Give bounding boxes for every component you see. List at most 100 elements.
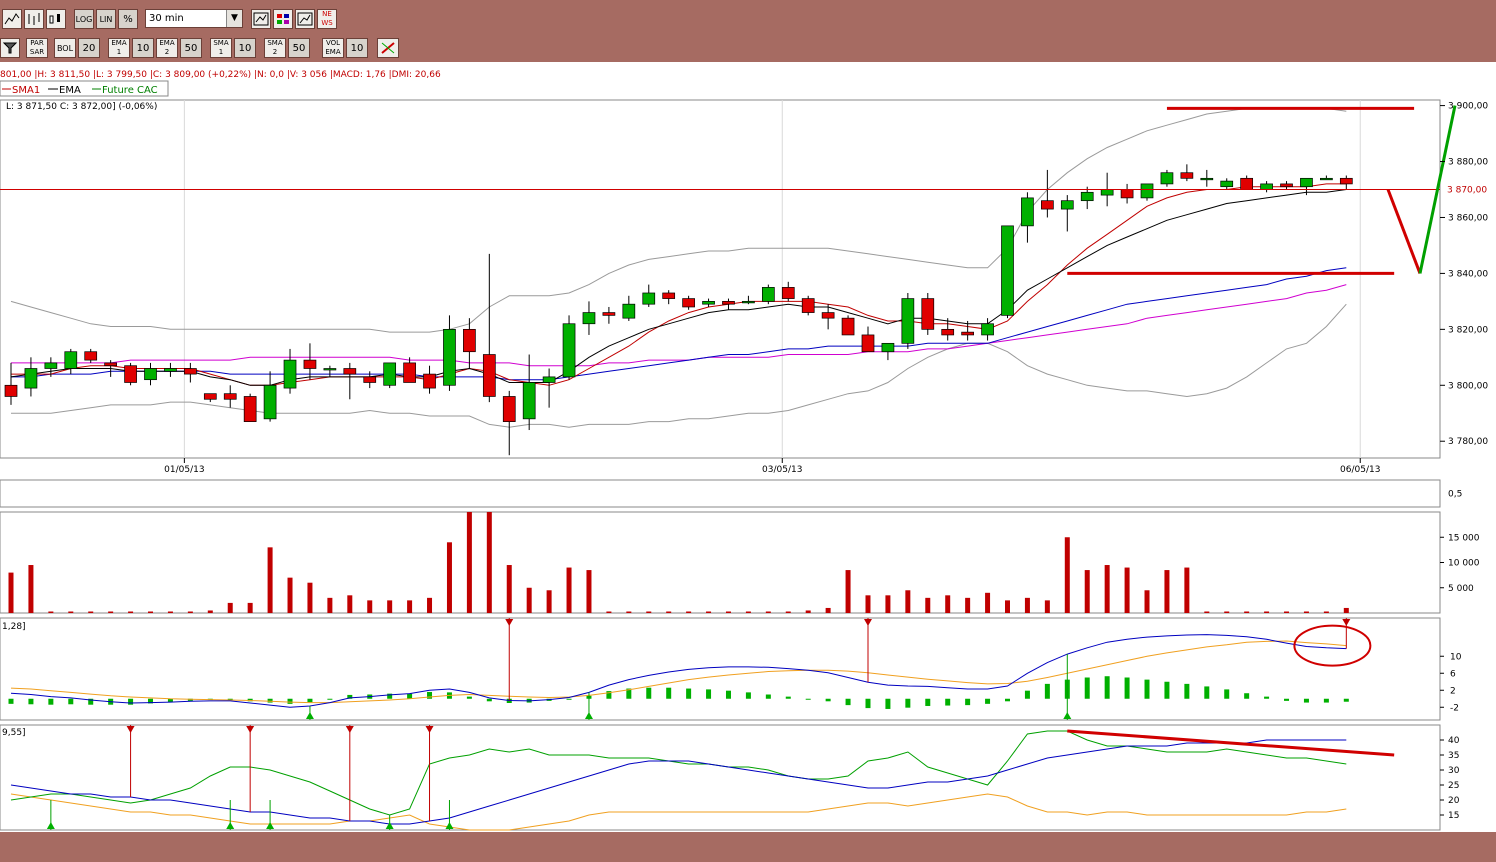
indicator-ema2-value[interactable]: 50 <box>180 38 202 58</box>
macd-histogram-bar <box>706 689 712 699</box>
bar-chart-icon[interactable] <box>24 9 44 29</box>
indicator-sma1-value[interactable]: 10 <box>234 38 256 58</box>
price-tick-label: 3 840,00 <box>1448 269 1488 279</box>
dmi-tick-label: 20 <box>1448 796 1460 806</box>
volume-bar <box>347 595 353 613</box>
price-tick-label: 3 880,00 <box>1448 158 1488 168</box>
compare-chart-icon[interactable] <box>295 9 315 29</box>
lin-scale-button[interactable]: LIN <box>96 9 116 29</box>
macd-histogram-bar <box>945 698 951 706</box>
macd-histogram-bar <box>1264 696 1270 699</box>
indicator-ema1[interactable]: EMA 1 <box>108 38 130 58</box>
indicator-sma1[interactable]: SMA 1 <box>210 38 232 58</box>
line-chart-icon[interactable] <box>2 9 22 29</box>
log-scale-button[interactable]: LOG <box>74 9 94 29</box>
legend-sma: SMA1 <box>12 85 40 96</box>
upper-panel-tick-label: 0,5 <box>1448 490 1462 500</box>
info-line: 801,00 |H: 3 811,50 |L: 3 799,50 |C: 3 8… <box>0 70 441 80</box>
candle-body <box>1260 183 1273 190</box>
macd-histogram-bar <box>646 687 652 699</box>
indicator-sma2[interactable]: SMA 2 <box>264 38 286 58</box>
macd-histogram-bar <box>745 692 751 699</box>
candle-body <box>243 396 257 422</box>
volume-bar <box>1303 611 1309 613</box>
candle-body <box>4 384 18 397</box>
macd-histogram-bar <box>1184 683 1190 699</box>
candle-body <box>323 368 337 371</box>
news-label: NEWS <box>321 10 333 27</box>
volume-bar <box>1224 611 1230 613</box>
volume-bar <box>805 610 811 613</box>
volume-bar <box>28 565 34 613</box>
macd-histogram-bar <box>925 698 931 706</box>
macd-tick-label: 2 <box>1450 686 1456 696</box>
volume-bar <box>1024 597 1030 613</box>
macd-histogram-bar <box>686 688 692 699</box>
macd-histogram-bar <box>1343 698 1349 702</box>
candle-body <box>84 351 98 361</box>
candle-body <box>961 331 974 336</box>
chevron-down-icon[interactable]: ▼ <box>226 10 242 27</box>
volume-panel-frame <box>0 511 1441 614</box>
macd-histogram-bar <box>486 698 492 702</box>
upper-panel-frame <box>0 479 1441 508</box>
candle-body <box>463 328 476 353</box>
news-button[interactable]: NEWS <box>317 9 337 29</box>
color-palette-icon[interactable] <box>273 9 293 29</box>
draw-tools-icon[interactable] <box>251 9 271 29</box>
volume-bar <box>267 547 273 613</box>
volume-bar <box>128 611 134 613</box>
candle-body <box>44 362 58 369</box>
indicator-ema1-value[interactable]: 10 <box>132 38 154 58</box>
price-tick-label: 3 820,00 <box>1448 325 1488 335</box>
candle-body <box>223 393 237 400</box>
candle-body <box>522 382 536 420</box>
volume-bar <box>387 600 393 613</box>
volume-bar <box>725 611 731 613</box>
candle-body <box>1220 180 1234 188</box>
volume-bar <box>88 611 94 613</box>
candle-body <box>144 368 157 381</box>
candle-body <box>124 365 137 383</box>
indicator-vol-ema[interactable]: VOL EMA <box>322 38 344 58</box>
macd-histogram-bar <box>427 691 433 699</box>
macd-histogram-bar <box>1005 698 1010 702</box>
candle-body <box>582 312 596 325</box>
volume-bar <box>785 611 791 613</box>
candle-body <box>482 354 496 397</box>
volume-bar <box>247 602 253 613</box>
candle-body <box>1080 191 1094 202</box>
volume-bar <box>526 587 532 613</box>
candle-body <box>64 351 78 369</box>
trend-tool-icon[interactable] <box>377 38 399 58</box>
indicator-ema2[interactable]: EMA 2 <box>156 38 178 58</box>
candle-body <box>443 328 456 386</box>
volume-bar <box>566 567 572 613</box>
macd-histogram-bar <box>825 698 831 702</box>
interval-value: 30 min <box>149 13 184 24</box>
candle-body <box>981 323 994 336</box>
candle-body <box>383 362 397 386</box>
candle-body <box>1060 200 1074 210</box>
volume-bar <box>8 572 14 613</box>
candle-body <box>702 301 715 305</box>
candlestick-icon[interactable] <box>46 9 66 29</box>
volume-bar <box>1064 537 1070 613</box>
status-bar <box>0 836 1496 862</box>
volume-bar <box>446 542 452 613</box>
candle-body <box>861 334 875 353</box>
indicator-vol-ema-value[interactable]: 10 <box>346 38 368 58</box>
percent-scale-button[interactable]: % <box>118 9 138 29</box>
volume-bar <box>427 597 433 613</box>
funnel-icon[interactable] <box>0 38 20 58</box>
indicator-sma2-value[interactable]: 50 <box>288 38 310 58</box>
candle-body <box>203 393 217 400</box>
indicator-parsar[interactable]: PAR SAR <box>26 38 48 58</box>
indicator-bol[interactable]: BOL <box>54 38 76 58</box>
candle-body <box>1041 200 1054 210</box>
interval-select[interactable]: 30 min ▼ <box>145 9 243 28</box>
volume-bar <box>1264 611 1270 613</box>
indicator-bol-value[interactable]: 20 <box>78 38 100 58</box>
candle-body <box>1200 177 1214 181</box>
macd-histogram-bar <box>407 693 413 699</box>
